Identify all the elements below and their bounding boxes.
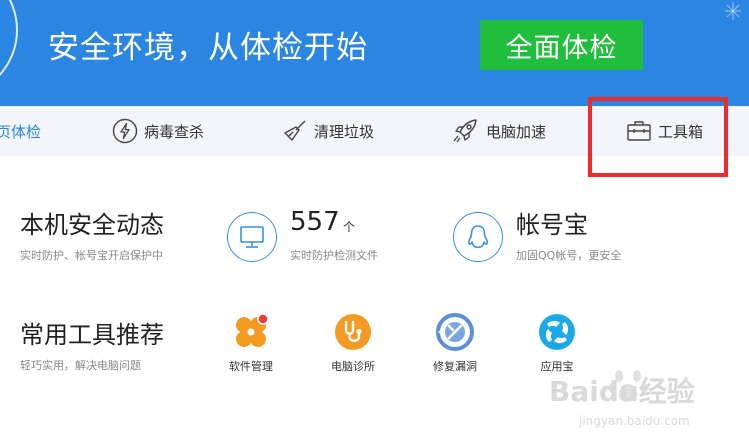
account-guard-button[interactable]	[453, 212, 503, 262]
toolbox-highlight-box	[588, 97, 728, 177]
tab-speed-up-label: 电脑加速	[486, 122, 547, 141]
tab-speed-up[interactable]: 电脑加速	[452, 106, 546, 156]
qq-penguin-icon	[467, 225, 489, 249]
stethoscope-icon	[335, 314, 371, 350]
security-section-title: 本机安全动态	[20, 211, 164, 239]
hero-banner: 安全环境，从体检开始 全面体检	[0, 0, 749, 106]
watermark-brand: Baidu经验	[549, 375, 695, 408]
broom-icon	[284, 120, 306, 141]
tool-pc-clinic-label: 电脑诊所	[331, 360, 375, 373]
tools-section-subtitle: 轻巧实用，解决电脑问题	[20, 359, 141, 372]
monitor-icon	[240, 226, 264, 248]
tool-software-manager-label: 软件管理	[229, 360, 273, 373]
tab-checkup-label: 页体检	[0, 122, 42, 141]
app-store-icon	[539, 314, 575, 350]
snowflake-icon	[725, 2, 741, 20]
tool-pc-clinic[interactable]: 电脑诊所	[313, 312, 393, 374]
watermark-url: jingyan.baidu.com	[579, 414, 690, 428]
account-guard-label: 加固QQ帐号，更安全	[516, 249, 622, 262]
tab-checkup[interactable]: 页体检	[0, 106, 41, 156]
lightning-icon	[112, 118, 138, 144]
protected-files-label: 实时防护检测文件	[290, 249, 378, 262]
software-manager-icon	[236, 313, 269, 347]
hero-ring-decoration	[0, 0, 18, 98]
security-section-subtitle: 实时防护、帐号宝开启保护中	[20, 249, 163, 262]
protected-files-count: 557	[290, 207, 340, 237]
tab-virus-scan-label: 病毒查杀	[144, 122, 205, 141]
hero-title: 安全环境，从体检开始	[48, 30, 368, 66]
tool-fix-vulnerability[interactable]: 修复漏洞	[415, 312, 495, 374]
account-guard-title: 帐号宝	[516, 211, 588, 239]
repair-icon	[436, 313, 474, 351]
rocket-icon	[453, 119, 477, 143]
tool-software-manager[interactable]: 软件管理	[211, 312, 291, 374]
realtime-protection-button[interactable]	[227, 212, 277, 262]
baidu-jingyan-watermark: Baidu经验 jingyan.baidu.com	[549, 356, 739, 438]
tool-fix-vulnerability-label: 修复漏洞	[433, 360, 477, 373]
protected-files-unit: 个	[343, 220, 356, 234]
tab-virus-scan[interactable]: 病毒查杀	[112, 106, 204, 156]
tools-section-title: 常用工具推荐	[20, 321, 164, 349]
tab-clean-junk-label: 清理垃圾	[314, 122, 375, 141]
tab-clean-junk[interactable]: 清理垃圾	[282, 106, 374, 156]
full-scan-button[interactable]: 全面体检	[480, 20, 643, 70]
